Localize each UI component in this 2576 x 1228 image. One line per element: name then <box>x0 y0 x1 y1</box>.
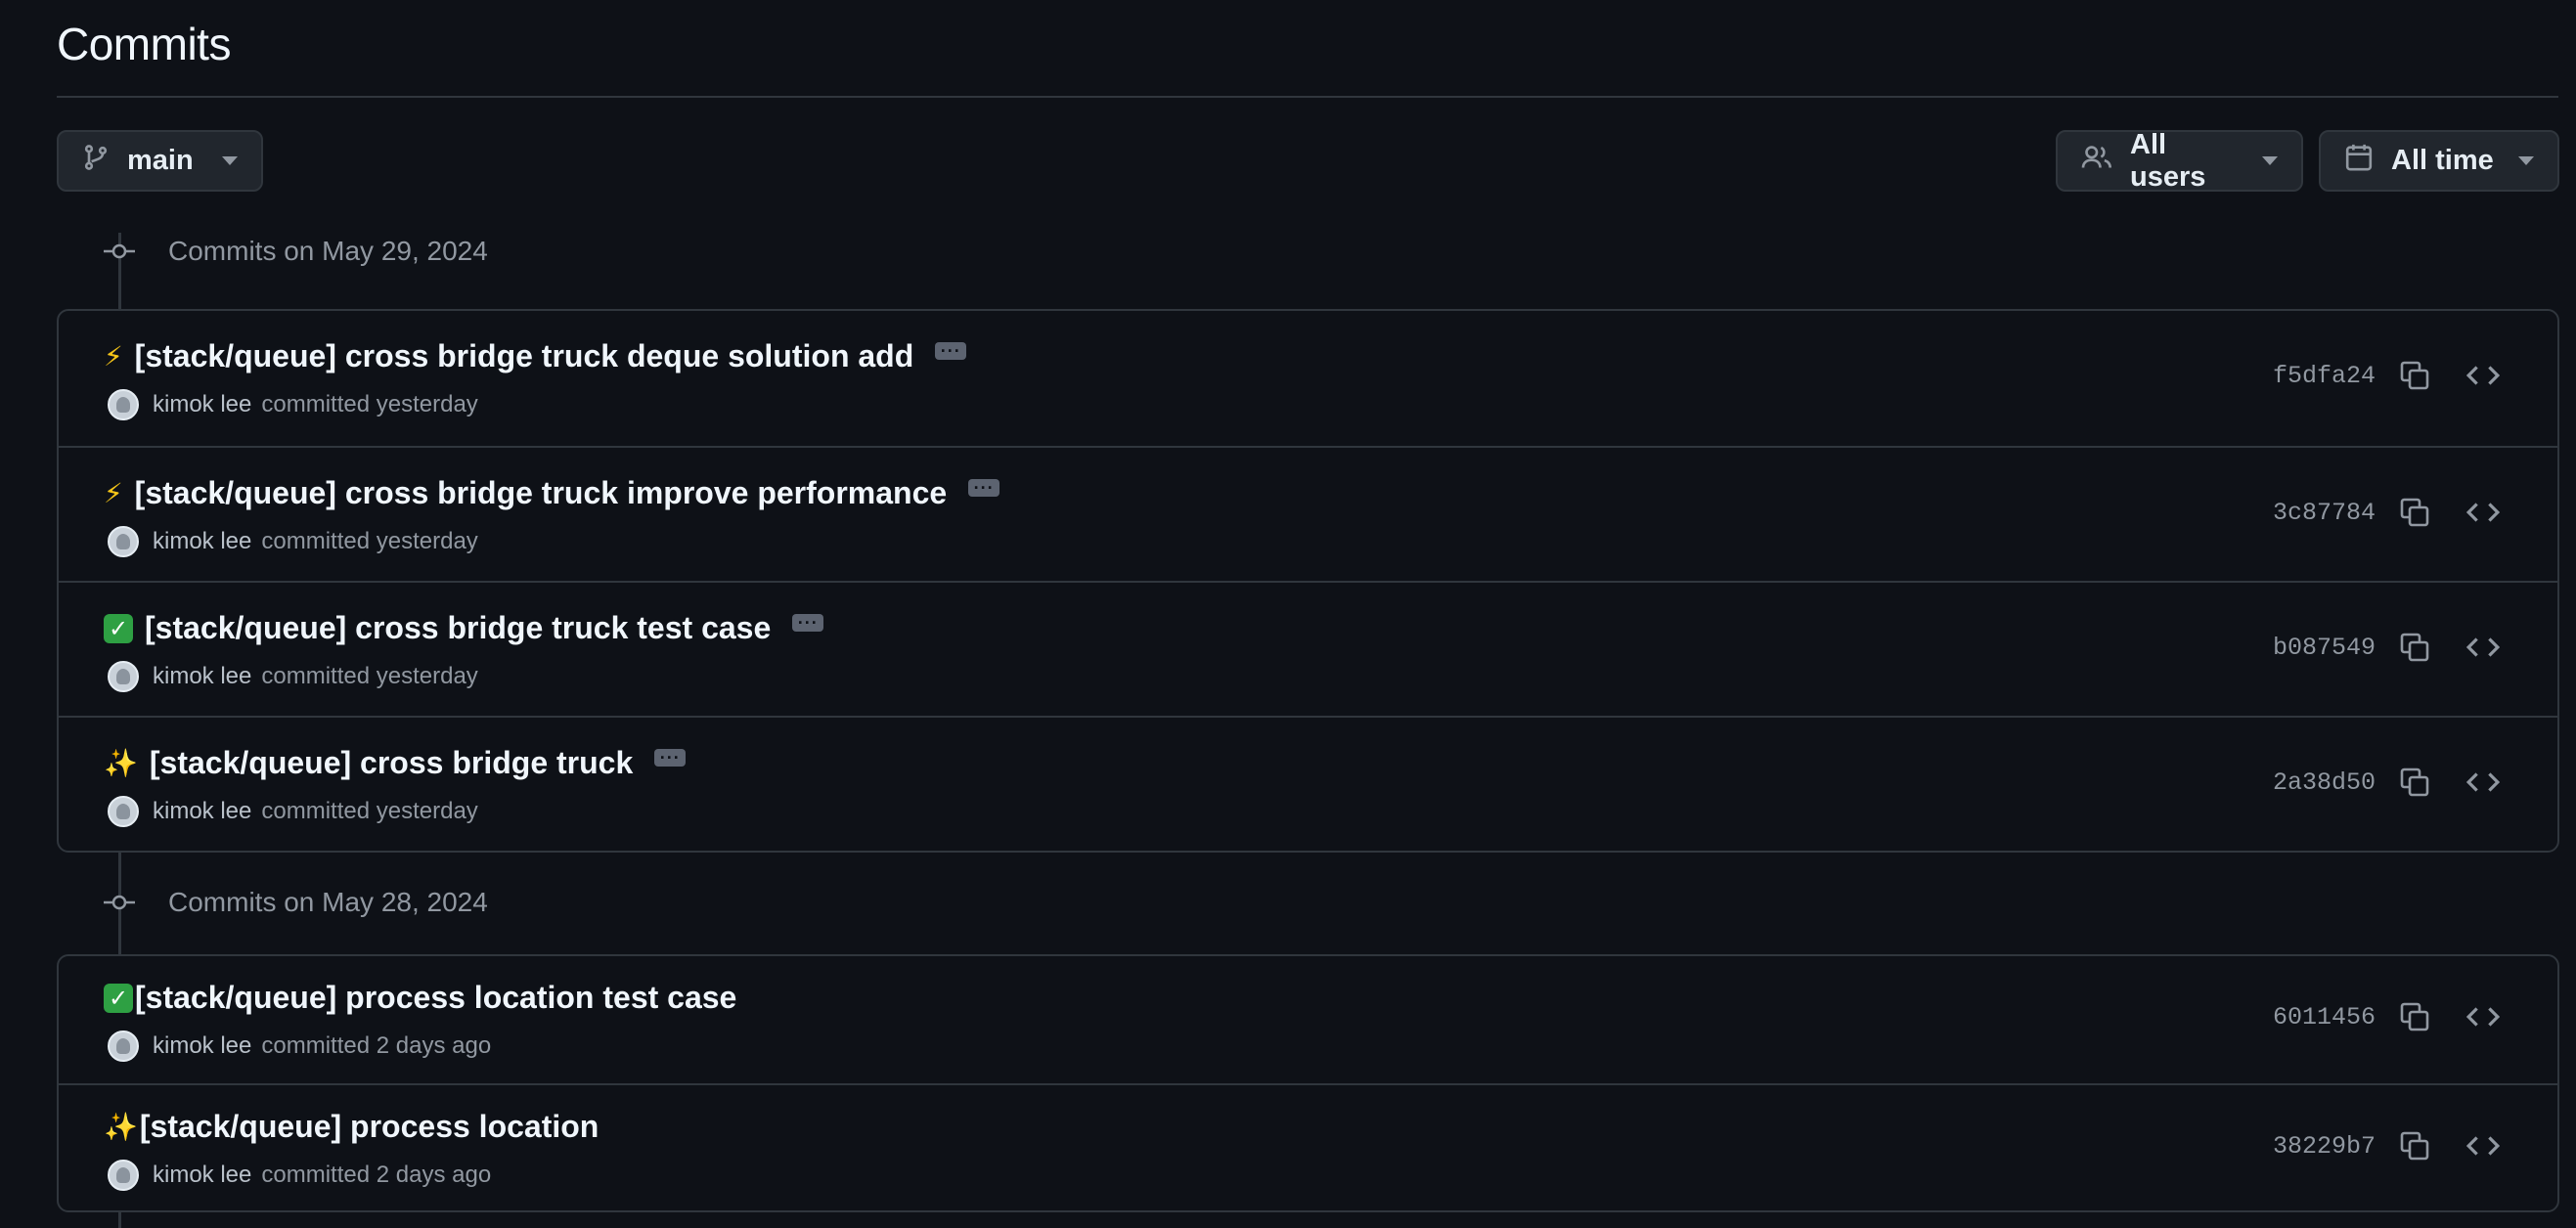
commit-time: committed yesterday <box>261 528 478 554</box>
commit-message-link[interactable]: [stack/queue] process location test case <box>135 980 736 1016</box>
commit-sha-link[interactable]: b087549 <box>2273 634 2376 662</box>
avatar[interactable] <box>108 661 139 692</box>
avatar[interactable] <box>108 1031 139 1062</box>
commit-row: ✓ [stack/queue] process location test ca… <box>59 956 2557 1083</box>
commit-sha-link[interactable]: 38229b7 <box>2273 1132 2376 1161</box>
avatar[interactable] <box>108 389 139 420</box>
commit-group-label: Commits on May 28, 2024 <box>168 887 488 917</box>
expand-description-button[interactable]: ··· <box>792 613 824 632</box>
commit-message-link[interactable]: [stack/queue] cross bridge truck deque s… <box>135 338 914 374</box>
expand-description-button[interactable]: ··· <box>968 478 1000 497</box>
avatar[interactable] <box>108 1160 139 1191</box>
commits-page: Commits main All users All time Commits … <box>57 0 2559 1228</box>
commit-time: committed yesterday <box>261 663 478 689</box>
time-filter-button[interactable]: All time <box>2319 130 2559 192</box>
expand-description-button[interactable]: ··· <box>654 748 687 767</box>
commit-author-link[interactable]: kimok lee <box>153 663 251 690</box>
users-filter-button[interactable]: All users <box>2056 128 2303 193</box>
check-mark-emoji: ✓ <box>104 613 133 643</box>
commit-sha-link[interactable]: 3c87784 <box>2273 499 2376 527</box>
time-filter-label: All time <box>2391 145 2494 176</box>
copy-icon[interactable] <box>2395 1126 2434 1165</box>
calendar-icon <box>2344 143 2374 180</box>
commit-author-link[interactable]: kimok lee <box>153 391 251 418</box>
code-icon[interactable] <box>2464 628 2503 667</box>
commit-group-label: Commits on May 29, 2024 <box>168 236 488 266</box>
copy-icon[interactable] <box>2395 493 2434 532</box>
copy-icon[interactable] <box>2395 763 2434 802</box>
git-commit-icon <box>104 241 135 267</box>
commit-row: ✨ [stack/queue] cross bridge truck ··· k… <box>59 716 2557 851</box>
chevron-down-icon <box>2518 156 2534 165</box>
commit-list: ✓ [stack/queue] process location test ca… <box>57 954 2559 1212</box>
git-branch-icon <box>82 144 110 179</box>
commit-time: committed yesterday <box>261 391 478 417</box>
branch-selector-button[interactable]: main <box>57 130 263 192</box>
avatar[interactable] <box>108 796 139 827</box>
commit-author-link[interactable]: kimok lee <box>153 528 251 555</box>
commit-author-link[interactable]: kimok lee <box>153 798 251 825</box>
avatar[interactable] <box>108 526 139 557</box>
commit-message-link[interactable]: [stack/queue] process location <box>140 1109 599 1145</box>
code-icon[interactable] <box>2464 1126 2503 1165</box>
branch-label: main <box>127 145 194 176</box>
commit-message-link[interactable]: [stack/queue] cross bridge truck test ca… <box>145 610 771 646</box>
title-divider <box>57 96 2558 98</box>
copy-icon[interactable] <box>2395 997 2434 1036</box>
chevron-down-icon <box>2262 156 2278 165</box>
expand-description-button[interactable]: ··· <box>935 341 967 360</box>
zap-emoji: ⚡ <box>104 477 123 509</box>
copy-icon[interactable] <box>2395 356 2434 395</box>
chevron-down-icon <box>222 156 238 165</box>
commit-row: ⚡ [stack/queue] cross bridge truck impro… <box>59 446 2557 581</box>
commit-message-link[interactable]: [stack/queue] cross bridge truck <box>150 745 633 781</box>
code-icon[interactable] <box>2464 997 2503 1036</box>
commit-sha-link[interactable]: 2a38d50 <box>2273 768 2376 797</box>
sparkles-emoji: ✨ <box>104 1111 138 1143</box>
commit-sha-link[interactable]: f5dfa24 <box>2273 362 2376 390</box>
copy-icon[interactable] <box>2395 628 2434 667</box>
commit-time: committed yesterday <box>261 798 478 824</box>
commit-author-link[interactable]: kimok lee <box>153 1162 251 1189</box>
commit-row: ✓ [stack/queue] cross bridge truck test … <box>59 581 2557 716</box>
commit-time: committed 2 days ago <box>261 1032 492 1059</box>
git-commit-icon <box>104 892 135 918</box>
code-icon[interactable] <box>2464 763 2503 802</box>
commit-row: ✨ [stack/queue] process location kimok l… <box>59 1083 2557 1210</box>
commit-row: ⚡ [stack/queue] cross bridge truck deque… <box>59 311 2557 446</box>
people-icon <box>2081 144 2112 179</box>
sparkles-emoji: ✨ <box>104 747 138 779</box>
page-title: Commits <box>57 19 231 69</box>
commit-author-link[interactable]: kimok lee <box>153 1032 251 1060</box>
code-icon[interactable] <box>2464 356 2503 395</box>
code-icon[interactable] <box>2464 493 2503 532</box>
commit-time: committed 2 days ago <box>261 1162 492 1188</box>
commit-message-link[interactable]: [stack/queue] cross bridge truck improve… <box>135 475 947 511</box>
commit-list: ⚡ [stack/queue] cross bridge truck deque… <box>57 309 2559 853</box>
check-mark-emoji: ✓ <box>104 983 133 1013</box>
users-filter-label: All users <box>2130 128 2206 193</box>
zap-emoji: ⚡ <box>104 340 123 373</box>
commit-sha-link[interactable]: 6011456 <box>2273 1003 2376 1031</box>
